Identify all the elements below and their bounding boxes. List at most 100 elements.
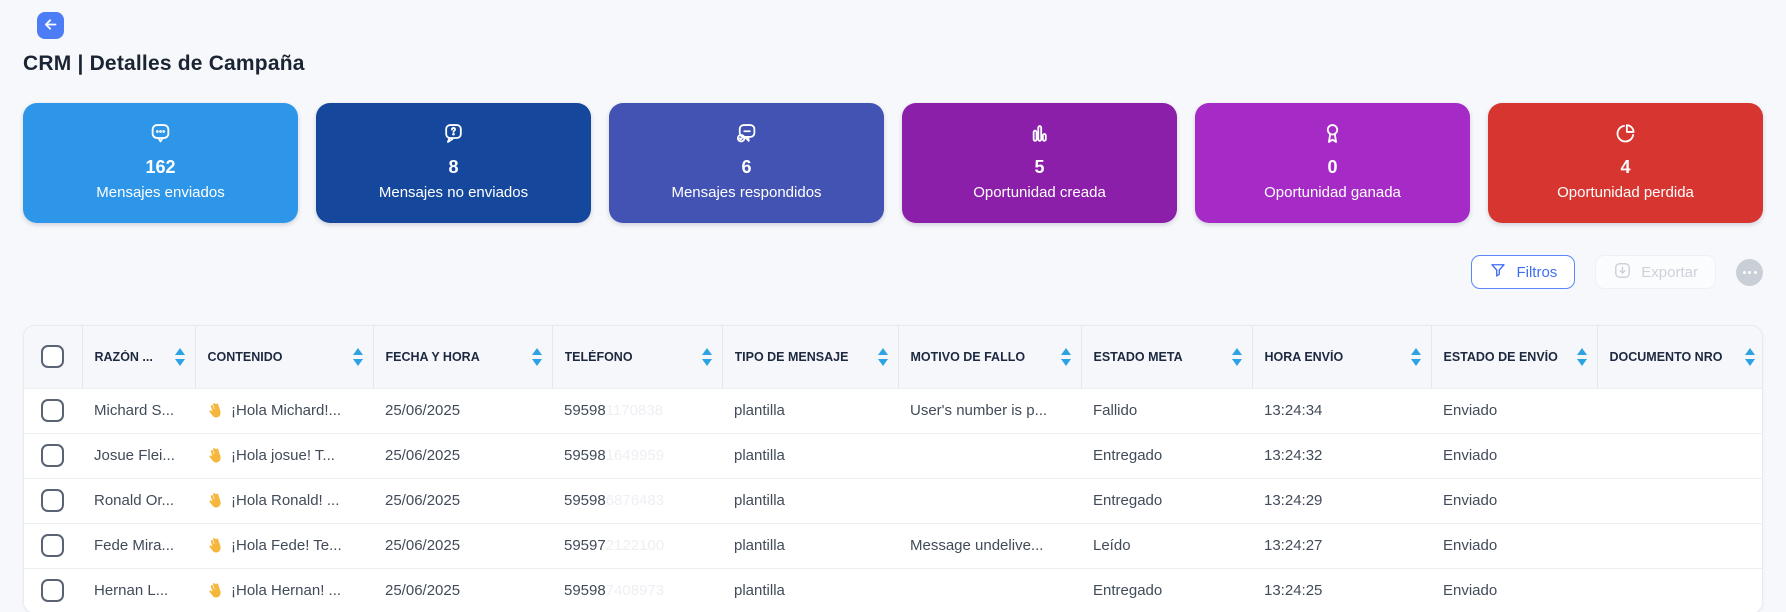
cell-contenido: ¡Hola josue! T...: [195, 433, 373, 478]
table-row[interactable]: Hernan L...¡Hola Hernan! ...25/06/202559…: [24, 568, 1763, 612]
column-header-contenido[interactable]: CONTENIDO: [195, 326, 373, 388]
cell-contenido-text: ¡Hola josue! T...: [231, 447, 335, 464]
sort-arrows-icon[interactable]: [1411, 348, 1425, 366]
column-header-motivo-de-fallo[interactable]: MOTIVO DE FALLO: [898, 326, 1081, 388]
chat-question-icon: [440, 120, 467, 148]
cell-contenido: ¡Hola Hernan! ...: [195, 568, 373, 612]
cell-contenido-text: ¡Hola Michard!...: [231, 402, 341, 419]
cell-telefono-visible: 59598: [564, 582, 606, 599]
cell-hora-envio: 13:24:32: [1252, 433, 1431, 478]
cell-documento-nro: [1597, 523, 1763, 568]
waving-hand-emoji: [207, 582, 224, 599]
stat-card-value: 5: [902, 157, 1177, 178]
cell-estado-meta: Entregado: [1081, 478, 1252, 523]
cell-telefono: 595981170838: [552, 388, 722, 433]
cell-tipo-mensaje: plantilla: [722, 523, 898, 568]
table-body: Michard S...¡Hola Michard!...25/06/20255…: [24, 388, 1763, 612]
cell-tipo-mensaje: plantilla: [722, 433, 898, 478]
cell-hora-envio: 13:24:34: [1252, 388, 1431, 433]
sort-arrows-icon[interactable]: [702, 348, 716, 366]
cell-estado-meta: Leído: [1081, 523, 1252, 568]
cell-telefono: 595986876483: [552, 478, 722, 523]
chat-ellipsis-icon: [147, 120, 174, 148]
filters-button[interactable]: Filtros: [1471, 255, 1575, 289]
cell-razon-social: Hernan L...: [82, 568, 195, 612]
cell-contenido: ¡Hola Michard!...: [195, 388, 373, 433]
sort-arrows-icon[interactable]: [1232, 348, 1246, 366]
cell-contenido-text: ¡Hola Fede! Te...: [231, 537, 342, 554]
select-all-header-cell: [24, 326, 82, 388]
sort-arrows-icon[interactable]: [532, 348, 546, 366]
cell-estado-envio: Enviado: [1431, 523, 1597, 568]
toolbar: Filtros Exportar: [23, 255, 1763, 289]
cell-tipo-mensaje: plantilla: [722, 388, 898, 433]
table-row[interactable]: Josue Flei...¡Hola josue! T...25/06/2025…: [24, 433, 1763, 478]
award-ribbon-icon: [1319, 120, 1346, 148]
waving-hand-emoji: [207, 447, 224, 464]
table-row[interactable]: Ronald Or...¡Hola Ronald! ...25/06/20255…: [24, 478, 1763, 523]
cell-telefono-visible: 59598: [564, 402, 606, 419]
cell-fecha: 25/06/2025: [373, 523, 552, 568]
pie-chart-icon: [1612, 120, 1639, 148]
cell-estado-meta: Entregado: [1081, 568, 1252, 612]
sort-arrows-icon[interactable]: [1745, 348, 1759, 366]
cell-fecha: 25/06/2025: [373, 478, 552, 523]
row-checkbox[interactable]: [41, 444, 64, 467]
cell-estado-envio: Enviado: [1431, 388, 1597, 433]
cell-fecha: 25/06/2025: [373, 433, 552, 478]
column-header-tipo-de-mensaje[interactable]: TIPO DE MENSAJE: [722, 326, 898, 388]
cell-telefono: 595987408973: [552, 568, 722, 612]
row-checkbox[interactable]: [41, 534, 64, 557]
cell-tipo-mensaje: plantilla: [722, 478, 898, 523]
column-header-documento-nro[interactable]: DOCUMENTO NRO: [1597, 326, 1763, 388]
column-header-label: TELÉFONO: [565, 350, 633, 364]
table-row[interactable]: Fede Mira...¡Hola Fede! Te...25/06/20255…: [24, 523, 1763, 568]
waving-hand-emoji: [207, 402, 224, 419]
cell-hora-envio: 13:24:25: [1252, 568, 1431, 612]
cell-telefono-redacted: 6876483: [606, 492, 664, 509]
column-header-label: DOCUMENTO NRO: [1610, 350, 1723, 364]
column-header-hora-envío[interactable]: HORA ENVÍO: [1252, 326, 1431, 388]
column-header-fecha-y-hora[interactable]: FECHA Y HORA: [373, 326, 552, 388]
cell-razon-social: Ronald Or...: [82, 478, 195, 523]
cell-telefono-redacted: 2122100: [606, 537, 664, 554]
export-button[interactable]: Exportar: [1595, 255, 1716, 289]
sort-arrows-icon[interactable]: [1577, 348, 1591, 366]
row-checkbox[interactable]: [41, 489, 64, 512]
cell-telefono-redacted: 7408973: [606, 582, 664, 599]
stat-card-label: Oportunidad creada: [902, 184, 1177, 201]
column-header-razón[interactable]: RAZÓN ...: [82, 326, 195, 388]
cell-telefono-redacted: 1649959: [606, 447, 664, 464]
sort-arrows-icon[interactable]: [353, 348, 367, 366]
cell-telefono-visible: 59598: [564, 492, 606, 509]
row-select-cell: [24, 523, 82, 568]
sort-arrows-icon[interactable]: [175, 348, 189, 366]
cell-telefono-redacted: 1170838: [606, 402, 663, 419]
table-row[interactable]: Michard S...¡Hola Michard!...25/06/20255…: [24, 388, 1763, 433]
column-header-estado-de-envío[interactable]: ESTADO DE ENVÍO: [1431, 326, 1597, 388]
sort-arrows-icon[interactable]: [1061, 348, 1075, 366]
back-button[interactable]: [37, 12, 64, 39]
column-header-teléfono[interactable]: TELÉFONO: [552, 326, 722, 388]
cell-motivo-fallo: User's number is p...: [898, 388, 1081, 433]
cell-documento-nro: [1597, 433, 1763, 478]
row-select-cell: [24, 433, 82, 478]
stat-card-oportunidad-perdida: 4Oportunidad perdida: [1488, 103, 1763, 223]
row-select-cell: [24, 388, 82, 433]
cell-contenido: ¡Hola Ronald! ...: [195, 478, 373, 523]
sort-arrows-icon[interactable]: [878, 348, 892, 366]
column-header-estado-meta[interactable]: ESTADO META: [1081, 326, 1252, 388]
cell-razon-social: Fede Mira...: [82, 523, 195, 568]
column-header-label: TIPO DE MENSAJE: [735, 350, 849, 364]
row-checkbox[interactable]: [41, 399, 64, 422]
select-all-checkbox[interactable]: [41, 345, 64, 368]
cell-tipo-mensaje: plantilla: [722, 568, 898, 612]
messages-table: RAZÓN ...CONTENIDOFECHA Y HORA TELÉFONO TI…: [24, 326, 1763, 612]
row-checkbox[interactable]: [41, 579, 64, 602]
cell-motivo-fallo: [898, 478, 1081, 523]
cell-motivo-fallo: Message undelive...: [898, 523, 1081, 568]
cell-estado-meta: Entregado: [1081, 433, 1252, 478]
stat-card-oportunidad-ganada: 0Oportunidad ganada: [1195, 103, 1470, 223]
cell-documento-nro: [1597, 388, 1763, 433]
more-options-button[interactable]: [1736, 259, 1763, 286]
